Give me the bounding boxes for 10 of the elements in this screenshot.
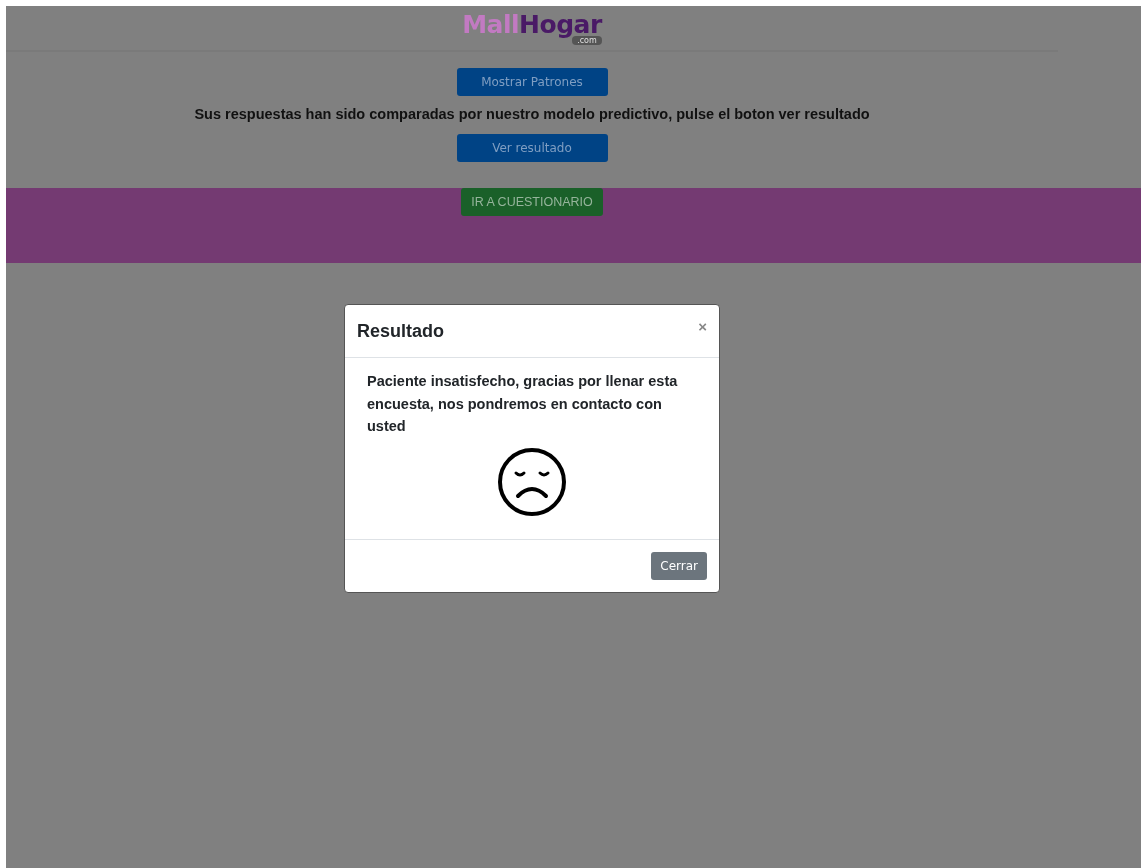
view-result-button[interactable]: Ver resultado	[456, 134, 608, 162]
result-message: Sus respuestas han sido comparadas por nuestro modelo predictivo, pulse el boton ver resultado	[194, 106, 870, 122]
close-button[interactable]: ×	[698, 318, 707, 335]
sad-face-icon	[497, 446, 567, 517]
questionnaire-button[interactable]: IR A CUESTIONARIO	[461, 188, 603, 216]
logo: MallHogar .com	[462, 11, 602, 45]
dialog-title: Resultado	[357, 320, 444, 342]
show-patterns-button[interactable]: Mostrar Patrones	[456, 68, 608, 96]
close-dialog-button[interactable]: Cerrar	[651, 552, 707, 580]
dialog-message: Paciente insatisfecho, gracias por llenar esta encuesta, nos pondremos en contacto con usted	[367, 372, 679, 436]
